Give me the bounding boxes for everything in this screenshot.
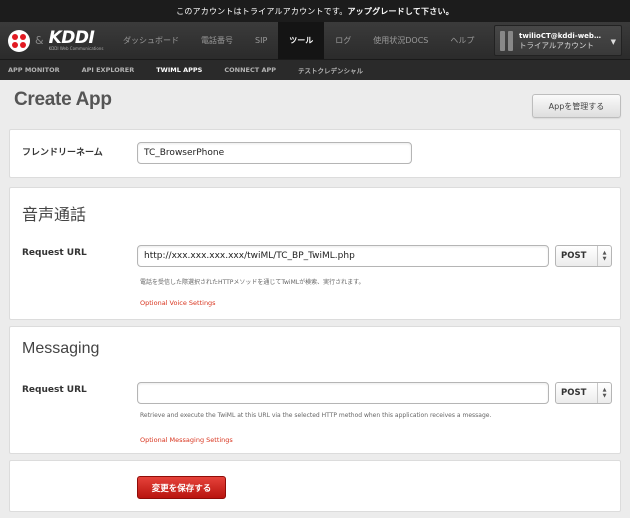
voice-request-url-hint: 電話を受信した際選択されたHTTPメソッドを通じてTwiMLが検索、実行されます…: [140, 279, 365, 286]
messaging-method-value: POST: [561, 388, 587, 398]
subnav-connect-app[interactable]: CONNECT APP: [224, 66, 276, 74]
voice-section-title: 音声通話: [22, 207, 87, 224]
kddi-logo: KDDI: [48, 28, 95, 48]
friendly-name-label: フレンドリーネーム: [22, 148, 103, 158]
nav-phone-numbers[interactable]: 電話番号: [190, 22, 244, 59]
optional-voice-settings-link[interactable]: Optional Voice Settings: [140, 299, 216, 307]
trial-notice-text: このアカウントはトライアルアカウントです。: [176, 6, 348, 16]
twilio-logo-icon: [8, 29, 30, 52]
subnav-app-monitor[interactable]: APP MONITOR: [8, 66, 60, 74]
account-menu[interactable]: twilioCT@kddi-web… トライアルアカウント ▼: [494, 25, 622, 56]
subnav-twiml-apps[interactable]: TWIML APPS: [156, 66, 202, 74]
tools-subnav: APP MONITOR API EXPLORER TWIML APPS CONN…: [0, 60, 630, 80]
messaging-panel: Messaging Request URL POST ▲ ▼ Retrieve a…: [9, 326, 621, 454]
account-type: トライアルアカウント: [519, 40, 594, 50]
nav-help[interactable]: ヘルプ: [439, 22, 485, 59]
nav-logs[interactable]: ログ: [324, 22, 362, 59]
trial-notice-banner: このアカウントはトライアルアカウントです。 アップグレードして下さい。: [0, 0, 630, 22]
voice-method-select[interactable]: POST ▲ ▼: [555, 245, 612, 267]
optional-messaging-settings-link[interactable]: Optional Messaging Settings: [140, 436, 233, 444]
main-nav: ダッシュボード 電話番号 SIP ツール ログ 使用状況DOCS ヘルプ: [112, 22, 485, 59]
nav-usage-docs[interactable]: 使用状況DOCS: [362, 22, 439, 59]
upgrade-link[interactable]: アップグレードして下さい。: [347, 6, 453, 17]
friendly-name-input[interactable]: TC_BrowserPhone: [137, 142, 412, 164]
brand-ampersand: &: [35, 34, 44, 47]
nav-tools[interactable]: ツール: [278, 22, 325, 59]
nav-sip[interactable]: SIP: [244, 22, 278, 59]
save-changes-button[interactable]: 変更を保存する: [137, 476, 226, 499]
page-header: Create App Appを管理する: [0, 80, 630, 128]
manage-apps-button[interactable]: Appを管理する: [532, 94, 621, 118]
messaging-request-url-label: Request URL: [22, 385, 87, 395]
save-panel: 変更を保存する: [9, 460, 621, 512]
messaging-section-title: Messaging: [22, 340, 100, 357]
voice-request-url-label: Request URL: [22, 248, 87, 258]
voice-method-value: POST: [561, 251, 587, 261]
chevron-down-icon: ▼: [610, 38, 616, 46]
voice-panel: 音声通話 Request URL http://xxx.xxx.xxx.xxx/…: [9, 187, 621, 320]
select-arrows-icon: ▲ ▼: [597, 246, 611, 266]
messaging-method-select[interactable]: POST ▲ ▼: [555, 382, 612, 404]
page-title: Create App: [14, 89, 112, 110]
kddi-logo-subtitle: KDDI Web Communications: [48, 46, 104, 51]
messaging-request-url-hint: Retrieve and execute the TwiML at this U…: [140, 412, 492, 419]
voice-request-url-input[interactable]: http://xxx.xxx.xxx.xxx/twiML/TC_BP_TwiML…: [137, 245, 549, 267]
brand-logo[interactable]: & KDDI KDDI Web Communications: [0, 22, 112, 59]
account-name: twilioCT@kddi-web…: [519, 31, 601, 40]
account-icon: [499, 30, 515, 52]
friendly-name-panel: フレンドリーネーム TC_BrowserPhone: [9, 129, 621, 178]
select-arrows-icon: ▲ ▼: [597, 383, 611, 403]
subnav-test-credentials[interactable]: テストクレデンシャル: [298, 65, 363, 75]
nav-dashboard[interactable]: ダッシュボード: [112, 22, 190, 59]
messaging-request-url-input[interactable]: [137, 382, 549, 404]
subnav-api-explorer[interactable]: API EXPLORER: [82, 66, 135, 74]
top-header: & KDDI KDDI Web Communications ダッシュボード 電…: [0, 22, 630, 60]
